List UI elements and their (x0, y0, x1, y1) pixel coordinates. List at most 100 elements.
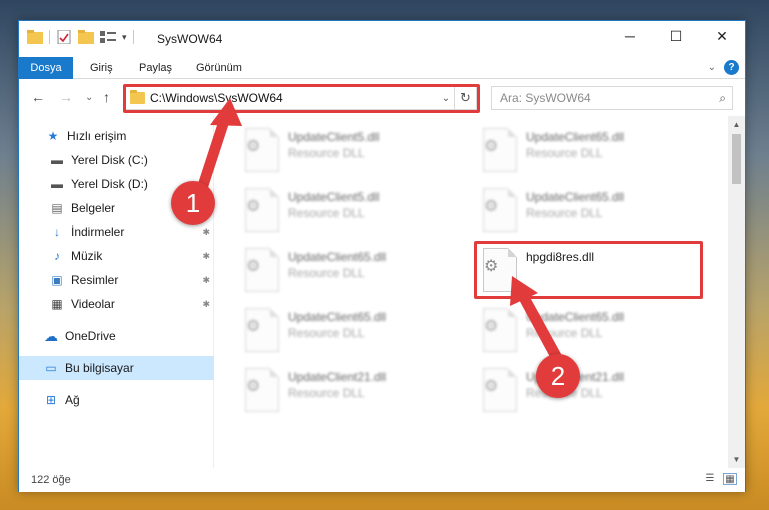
pin-icon[interactable]: ✱ (202, 227, 210, 238)
file-name: UpdateClient21.dll (288, 370, 387, 384)
file-name: UpdateClient65.dll (288, 250, 387, 264)
sidebar-item-videos[interactable]: ▦ Videolar ✱ (19, 292, 214, 316)
details-view-icon[interactable]: ☰ (703, 473, 717, 485)
pin-icon[interactable]: ✱ (202, 275, 210, 286)
file-name: UpdateClient65.dll (526, 190, 625, 204)
toolbar-separator (132, 30, 134, 44)
customize-toolbar-icon[interactable] (100, 30, 116, 44)
gear-icon: ⚙ (246, 198, 261, 215)
expand-ribbon-icon[interactable]: ⌄ (708, 62, 716, 73)
title-bar: ▾ SysWOW64 ─ ☐ ✕ (19, 21, 745, 57)
tab-share[interactable]: Paylaş (139, 57, 172, 79)
minimize-button[interactable]: ─ (607, 21, 653, 51)
documents-icon: ▤ (51, 201, 63, 215)
sidebar-item-onedrive[interactable]: ☁ OneDrive (19, 324, 214, 348)
properties-icon[interactable] (56, 30, 72, 44)
file-type: Resource DLL (288, 146, 365, 160)
gear-icon: ⚙ (246, 318, 261, 335)
pin-icon[interactable]: ✱ (202, 251, 210, 262)
explorer-window: ▾ SysWOW64 ─ ☐ ✕ Dosya Giriş Paylaş Görü… (18, 20, 746, 492)
toolbar-separator (49, 30, 50, 44)
folder-icon (27, 30, 43, 44)
cloud-icon: ☁ (44, 327, 58, 344)
help-icon[interactable]: ? (724, 60, 739, 75)
sidebar-item-label: Yerel Disk (C:) (71, 153, 148, 167)
search-placeholder: Ara: SysWOW64 (500, 91, 591, 105)
gear-icon: ⚙ (246, 138, 261, 155)
videos-icon: ▦ (51, 297, 63, 311)
search-icon[interactable]: ⌕ (719, 91, 726, 106)
file-item[interactable]: ⚙ UpdateClient65.dll Resource DLL (239, 304, 459, 354)
window-title: SysWOW64 (157, 32, 223, 46)
file-item[interactable]: ⚙ UpdateClient21.dll Resource DLL (239, 364, 459, 414)
item-count: 122 öğe (31, 474, 71, 486)
scroll-up-icon[interactable]: ▲ (728, 116, 745, 133)
file-name: UpdateClient65.dll (526, 130, 625, 144)
sidebar-item-label: İndirmeler (71, 225, 125, 239)
sidebar-item-label: OneDrive (65, 329, 116, 343)
gear-icon: ⚙ (246, 378, 261, 395)
forward-button[interactable]: → (59, 89, 73, 105)
new-folder-icon[interactable] (78, 30, 94, 44)
sidebar-item-label: Resimler (71, 273, 119, 287)
tab-view[interactable]: Görünüm (196, 57, 242, 79)
file-item[interactable]: ⚙ UpdateClient65.dll Resource DLL (477, 184, 697, 234)
sidebar-item-local-disk-c[interactable]: ▬ Yerel Disk (C:) (19, 148, 214, 172)
file-item[interactable]: ⚙ UpdateClient21.dll Resource DLL (477, 364, 697, 414)
back-button[interactable]: ← (31, 89, 45, 105)
star-icon: ★ (47, 129, 59, 143)
network-icon: ⊞ (45, 393, 57, 407)
gear-icon: ⚙ (246, 258, 261, 275)
up-button[interactable]: ↑ (103, 89, 110, 105)
sidebar-item-music[interactable]: ♪ Müzik ✱ (19, 244, 214, 268)
recent-locations-button[interactable]: ⌄ (85, 92, 93, 103)
chevron-down-icon[interactable]: ▾ (122, 32, 127, 43)
scroll-thumb[interactable] (732, 134, 741, 184)
file-type: Resource DLL (288, 386, 365, 400)
file-type: Resource DLL (526, 146, 603, 160)
file-item[interactable]: ⚙ UpdateClient65.dll Resource DLL (239, 244, 459, 294)
file-name: UpdateClient65.dll (288, 310, 387, 324)
drive-icon: ▬ (51, 177, 63, 191)
gear-icon: ⚙ (484, 198, 499, 215)
file-name: UpdateClient5.dll (288, 190, 380, 204)
maximize-button[interactable]: ☐ (653, 21, 699, 51)
sidebar-item-label: Ağ (65, 393, 80, 407)
sidebar-item-this-pc[interactable]: ▭ Bu bilgisayar (19, 356, 214, 380)
navigation-pane: ★ Hızlı erişim ▬ Yerel Disk (C:) ▬ Yerel… (19, 116, 214, 468)
sidebar-item-quick-access[interactable]: ★ Hızlı erişim (19, 124, 214, 148)
highlight-file-box (474, 241, 703, 299)
sidebar-item-label: Videolar (71, 297, 115, 311)
pictures-icon: ▣ (51, 273, 63, 287)
file-name: UpdateClient65.dll (526, 310, 625, 324)
computer-icon: ▭ (45, 361, 57, 375)
file-item[interactable]: ⚙ UpdateClient5.dll Resource DLL (239, 124, 459, 174)
scroll-down-icon[interactable]: ▼ (728, 451, 745, 468)
pin-icon[interactable]: ✱ (202, 299, 210, 310)
sidebar-item-label: Belgeler (71, 201, 116, 215)
download-icon: ↓ (54, 225, 60, 239)
callout-badge-1: 1 (171, 181, 215, 225)
file-item[interactable]: ⚙ UpdateClient65.dll Resource DLL (477, 304, 697, 354)
quick-access-toolbar: ▾ (27, 30, 134, 44)
large-icons-view-icon[interactable]: ▦ (723, 473, 737, 485)
highlight-address-box (123, 84, 480, 113)
status-bar: 122 öğe ☰ ▦ (19, 468, 745, 492)
file-type: Resource DLL (526, 326, 603, 340)
sidebar-item-network[interactable]: ⊞ Ağ (19, 388, 214, 412)
ribbon-right-controls: ⌄ ? (708, 60, 739, 75)
file-type: Resource DLL (288, 206, 365, 220)
sidebar-item-label: Yerel Disk (D:) (71, 177, 148, 191)
file-name: UpdateClient5.dll (288, 130, 380, 144)
file-type: Resource DLL (288, 266, 365, 280)
gear-icon: ⚙ (484, 378, 499, 395)
search-input[interactable]: Ara: SysWOW64 ⌕ (491, 86, 733, 110)
file-item[interactable]: ⚙ UpdateClient5.dll Resource DLL (239, 184, 459, 234)
sidebar-item-pictures[interactable]: ▣ Resimler ✱ (19, 268, 214, 292)
file-item[interactable]: ⚙ UpdateClient65.dll Resource DLL (477, 124, 697, 174)
tab-file[interactable]: Dosya (19, 57, 73, 79)
vertical-scrollbar[interactable]: ▲ ▼ (728, 116, 745, 468)
tab-home[interactable]: Giriş (90, 57, 113, 79)
close-button[interactable]: ✕ (699, 21, 745, 51)
gear-icon: ⚙ (484, 138, 499, 155)
